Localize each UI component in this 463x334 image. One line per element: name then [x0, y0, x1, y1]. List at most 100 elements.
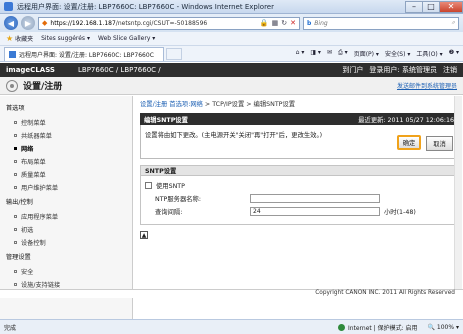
tab-favicon-icon: [9, 50, 16, 58]
sidebar-item-feeder-menu[interactable]: 共纸器菜单: [6, 129, 132, 142]
window-titlebar: 远程用户界面: 设置/注册: LBP7660C: LBP7660C - Wind…: [0, 0, 463, 14]
favorites-item-webslice[interactable]: Web Slice Gallery ▾: [98, 35, 155, 42]
back-button[interactable]: ◀: [4, 16, 18, 30]
globe-icon: [337, 323, 345, 331]
query-interval-label: 查询间隔:: [155, 209, 183, 216]
edit-panel-header: 编辑SNTP设置 最近更新: 2011 05/27 12:06:16: [140, 113, 458, 125]
page-header: 设置/注册 发送邮件到系统管理员: [0, 77, 463, 95]
bullet-icon: [14, 173, 17, 176]
page-title: 设置/注册: [23, 82, 63, 92]
portal-link[interactable]: 到门户: [342, 65, 363, 75]
bullet-icon: [14, 270, 17, 273]
mail-icon[interactable]: ✉: [327, 49, 332, 58]
printer-header: imageCLASS LBP7660C / LBP7660C / 到门户 登录用…: [0, 63, 463, 77]
status-text: 完成: [4, 324, 17, 332]
page-scrollbar[interactable]: [454, 96, 462, 289]
ntp-server-input[interactable]: [250, 194, 380, 203]
sntp-section-body: 使用SNTP NTP服务器名称: 查询间隔: 24 小时(1-48): [140, 176, 458, 225]
cancel-button[interactable]: 取消: [426, 136, 453, 151]
main-content: 设置/注册 首选项:网络 > TCP/IP设置 > 编辑SNTP设置 编辑SNT…: [140, 99, 458, 239]
refresh-icon[interactable]: ↻: [281, 19, 287, 27]
bullet-icon: [14, 241, 17, 244]
search-input[interactable]: b Bing ⌕: [303, 16, 459, 30]
sidebar-item-control-menu[interactable]: 控制菜单: [6, 116, 132, 129]
sidebar-item-security[interactable]: 安全: [6, 265, 132, 278]
address-bar: ◀ ▶ ◆ https://192.168.1.187/netsntp.cgi/…: [0, 14, 463, 32]
new-tab-button[interactable]: [166, 47, 182, 60]
logout-link[interactable]: 注销: [443, 65, 457, 75]
favorites-bar: ★ 收藏夹 Sites suggérés ▾ Web Slice Gallery…: [0, 32, 463, 46]
bullet-icon: [14, 134, 17, 137]
page-favicon-icon: ◆: [42, 19, 48, 27]
bullet-icon: [14, 283, 17, 286]
sidebar-item-initial[interactable]: 初选: [6, 223, 132, 236]
sidebar-item-quality-menu[interactable]: 质量菜单: [6, 168, 132, 181]
feeds-icon[interactable]: ◨ ▾: [310, 49, 321, 58]
lock-icon[interactable]: 🔒: [260, 19, 269, 27]
web-page: imageCLASS LBP7660C / LBP7660C / 到门户 登录用…: [0, 63, 463, 319]
tab-label: 远程用户界面: 设置/注册: LBP7660C: LBP7660C: [19, 51, 154, 59]
bullet-icon: [14, 186, 17, 189]
minimize-button[interactable]: –: [405, 0, 423, 13]
compat-view-icon[interactable]: ▦: [272, 19, 279, 27]
window-controls: – □ ✕: [405, 0, 463, 13]
security-zone[interactable]: Internet | 保护模式: 启用: [337, 323, 418, 332]
bullet-icon: [14, 228, 17, 231]
url-path: /netsntp.cgi/CSUT=-50188596: [115, 19, 208, 27]
bullet-icon: [14, 215, 17, 218]
close-button[interactable]: ✕: [439, 0, 463, 13]
sidebar-group-output: 输出/控制: [6, 199, 33, 206]
breadcrumb-rest: > TCP/IP设置 > 编辑SNTP设置: [202, 101, 296, 108]
edit-panel-title: 编辑SNTP设置: [144, 116, 188, 124]
stop-icon[interactable]: ✕: [290, 19, 296, 27]
browser-tab[interactable]: 远程用户界面: 设置/注册: LBP7660C: LBP7660C: [4, 46, 164, 61]
sidebar-item-layout-menu[interactable]: 布局菜单: [6, 155, 132, 168]
edit-panel-body: 设置将由如下更改。(主电源开关"关闭"再"打开"后，更改生效。) 确定 取消: [140, 125, 458, 159]
sntp-section-header: SNTP设置: [140, 165, 458, 176]
status-bar: 完成 Internet | 保护模式: 启用 🔍 100% ▾: [0, 319, 463, 334]
printer-model: LBP7660C / LBP7660C /: [78, 66, 161, 74]
page-menu[interactable]: 页面(P) ▾: [354, 49, 379, 58]
favorites-item-suggested[interactable]: Sites suggérés ▾: [41, 35, 90, 42]
search-icon[interactable]: ⌕: [452, 19, 455, 27]
use-sntp-checkbox[interactable]: [145, 182, 152, 189]
sidebar-group-management: 管理设置: [6, 254, 31, 261]
star-icon: ★: [6, 34, 14, 43]
zoom-level[interactable]: 🔍 100% ▾: [428, 324, 459, 331]
sidebar-group-preferences: 首选项: [6, 105, 25, 112]
sidebar-item-device-control[interactable]: 设备控制: [6, 236, 132, 249]
safety-menu[interactable]: 安全(S) ▾: [385, 49, 410, 58]
back-to-top-icon[interactable]: ▲: [140, 231, 148, 239]
tools-menu[interactable]: 工具(O) ▾: [416, 49, 442, 58]
sidebar-item-user-maintenance-menu[interactable]: 用户维护菜单: [6, 181, 132, 194]
search-placeholder: Bing: [314, 19, 328, 27]
breadcrumb-link[interactable]: 设置/注册 首选项:网络: [140, 101, 203, 108]
home-icon[interactable]: ⌂ ▾: [296, 49, 305, 58]
maximize-button[interactable]: □: [422, 0, 440, 13]
window-title: 远程用户界面: 设置/注册: LBP7660C: LBP7660C - Wind…: [17, 2, 274, 11]
sidebar-item-app-menu[interactable]: 应用程序菜单: [6, 210, 132, 223]
query-interval-input[interactable]: 24: [250, 207, 380, 216]
ntp-server-label: NTP服务器名称:: [155, 196, 201, 203]
use-sntp-label: 使用SNTP: [156, 183, 185, 190]
query-interval-unit: 小时(1-48): [384, 209, 416, 216]
ok-button[interactable]: 确定: [397, 135, 421, 150]
print-icon[interactable]: ⎙ ▾: [338, 49, 348, 58]
mail-admin-link[interactable]: 发送邮件到系统管理员: [397, 81, 457, 90]
command-bar: 远程用户界面: 设置/注册: LBP7660C: LBP7660C ⌂ ▾ ◨ …: [0, 46, 463, 62]
bullet-icon: [14, 121, 17, 124]
url-host: https://192.168.1.187: [50, 19, 116, 27]
login-user-text: 登录用户: 系统管理员: [369, 66, 437, 74]
favorites-button[interactable]: ★ 收藏夹: [6, 34, 33, 43]
breadcrumb: 设置/注册 首选项:网络 > TCP/IP设置 > 编辑SNTP设置: [140, 99, 458, 109]
help-menu[interactable]: ❷ ▾: [449, 49, 459, 58]
bullet-icon: [14, 147, 17, 150]
copyright: Copyright CANON INC. 2011 All Rights Res…: [0, 289, 463, 298]
sidebar-item-network[interactable]: 网络: [6, 142, 132, 155]
sidebar: 首选项 控制菜单 共纸器菜单 网络 布局菜单 质量菜单 用户维护菜单 输出/控制…: [0, 96, 133, 319]
forward-button[interactable]: ▶: [21, 16, 35, 30]
url-input[interactable]: ◆ https://192.168.1.187/netsntp.cgi/CSUT…: [38, 16, 300, 30]
brand-name: imageCLASS: [6, 66, 55, 74]
bullet-icon: [14, 160, 17, 163]
change-notice: 设置将由如下更改。(主电源开关"关闭"再"打开"后，更改生效。): [145, 132, 323, 139]
